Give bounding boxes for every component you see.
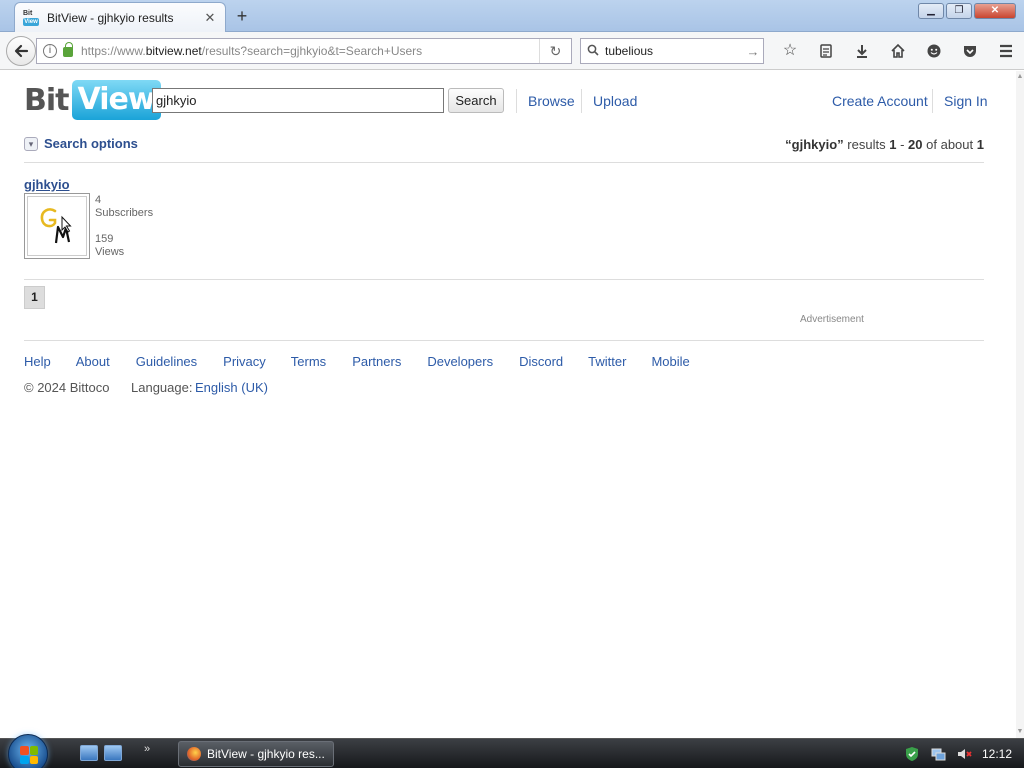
volume-muted-icon[interactable] <box>956 746 972 762</box>
copyright-text: © 2024 Bittoco <box>24 380 110 395</box>
page-content: Bit View gjhkyio Search Browse Upload Cr… <box>0 71 1016 738</box>
site-search-button[interactable]: Search <box>448 88 504 113</box>
scroll-up-arrow-icon[interactable]: ▲ <box>1016 73 1024 81</box>
nav-separator <box>581 89 582 113</box>
favicon-text-top: Bit <box>23 9 33 17</box>
channel-avatar-image <box>40 208 72 244</box>
hamburger-menu-icon[interactable] <box>988 38 1024 64</box>
footer-link-guidelines[interactable]: Guidelines <box>136 354 197 369</box>
chat-smiley-icon[interactable] <box>916 38 952 64</box>
search-options-label: Search options <box>44 136 138 151</box>
result-channel-name[interactable]: gjhkyio <box>24 177 70 192</box>
url-bar[interactable]: i https://www.bitview.net/results?search… <box>36 38 572 64</box>
url-text[interactable]: https://www.bitview.net/results?search=g… <box>81 44 539 58</box>
system-tray: 12:12 <box>904 739 1024 768</box>
summary-query: “gjhkyio” <box>785 137 844 152</box>
search-go-arrow-icon[interactable]: → <box>743 44 763 59</box>
firefox-icon <box>187 747 201 761</box>
reading-list-icon[interactable] <box>808 38 844 64</box>
summary-dash: - <box>900 137 905 152</box>
footer-link-developers[interactable]: Developers <box>427 354 493 369</box>
logo-text-view: View <box>71 80 161 120</box>
sign-in-link[interactable]: Sign In <box>944 93 988 109</box>
footer-link-help[interactable]: Help <box>24 354 51 369</box>
bitview-logo[interactable]: Bit View <box>24 80 161 120</box>
summary-total: 1 <box>976 137 984 152</box>
browser-navbar: i https://www.bitview.net/results?search… <box>0 32 1024 70</box>
views-label: Views <box>95 246 125 258</box>
system-clock[interactable]: 12:12 <box>982 747 1012 761</box>
footer-link-about[interactable]: About <box>76 354 110 369</box>
show-desktop-icon[interactable] <box>80 745 98 761</box>
site-search-input[interactable]: gjhkyio <box>152 88 444 113</box>
browser-titlebar: Bit View BitView - gjhkyio results ✕ + ▁… <box>0 0 1024 32</box>
divider <box>24 340 984 341</box>
favicon-text-bottom: View <box>23 17 39 26</box>
quicklaunch-more-icon[interactable]: » <box>144 743 150 755</box>
browse-link[interactable]: Browse <box>528 93 575 109</box>
taskbar-firefox-button[interactable]: BitView - gjhkyio res... <box>178 741 334 767</box>
window-controls: ▁ ❐ ✕ <box>916 3 1016 19</box>
lock-icon[interactable] <box>63 42 73 57</box>
summary-of-about: of about <box>926 137 974 152</box>
footer-link-terms[interactable]: Terms <box>291 354 326 369</box>
search-options-toggle[interactable]: ▾ Search options <box>24 136 138 151</box>
footer-link-partners[interactable]: Partners <box>352 354 401 369</box>
subscribers-label: Subscribers <box>95 207 154 219</box>
advertisement-label: Advertisement <box>800 314 864 325</box>
back-arrow-icon <box>14 44 29 58</box>
footer-links: Help About Guidelines Privacy Terms Part… <box>24 354 690 369</box>
window-close-button[interactable]: ✕ <box>974 3 1016 19</box>
summary-to: 20 <box>908 137 923 152</box>
browser-search-text[interactable]: tubelious <box>605 44 743 58</box>
restore-button[interactable]: ❐ <box>946 3 972 19</box>
network-icon[interactable] <box>930 746 946 762</box>
bookmark-star-icon[interactable]: ☆ <box>772 38 808 64</box>
start-button[interactable] <box>8 734 48 768</box>
back-button[interactable] <box>6 36 36 66</box>
create-account-link[interactable]: Create Account <box>832 93 928 109</box>
language-selector[interactable]: English (UK) <box>195 380 268 395</box>
summary-results-word: results <box>847 137 886 152</box>
info-icon[interactable]: i <box>43 44 57 58</box>
bitview-favicon-icon: Bit View <box>23 10 39 26</box>
scroll-down-arrow-icon[interactable]: ▼ <box>1016 728 1024 736</box>
browser-search-bar[interactable]: tubelious → <box>580 38 764 64</box>
views-count: 159 <box>95 233 114 245</box>
language-label: Language: <box>131 380 193 395</box>
home-icon[interactable] <box>880 38 916 64</box>
footer-link-twitter[interactable]: Twitter <box>588 354 626 369</box>
nav-separator <box>932 89 933 113</box>
subscribers-count: 4 <box>95 194 102 206</box>
browser-toolbar-icons: ☆ <box>772 38 1024 64</box>
upload-link[interactable]: Upload <box>593 93 637 109</box>
page-scrollbar[interactable]: ▲ ▼ <box>1016 71 1024 738</box>
tab-close-icon[interactable]: ✕ <box>203 10 217 25</box>
reload-icon[interactable]: ↻ <box>539 39 571 63</box>
footer-link-mobile[interactable]: Mobile <box>651 354 689 369</box>
taskbar-button-label: BitView - gjhkyio res... <box>207 747 325 761</box>
download-icon[interactable] <box>844 38 880 64</box>
logo-text-bit: Bit <box>24 82 69 118</box>
windows-logo-icon <box>20 746 38 764</box>
pagination-page-button[interactable]: 1 <box>24 286 45 309</box>
summary-from: 1 <box>889 137 897 152</box>
windows-taskbar: » BitView - gjhkyio res... 12:12 <box>0 734 1024 768</box>
new-tab-button[interactable]: + <box>232 6 252 26</box>
result-channel-avatar[interactable] <box>24 193 90 259</box>
minimize-button[interactable]: ▁ <box>918 3 944 19</box>
pocket-icon[interactable] <box>952 38 988 64</box>
switch-windows-icon[interactable] <box>104 745 122 761</box>
security-shield-icon[interactable] <box>904 746 920 762</box>
search-icon <box>587 44 599 59</box>
footer-link-discord[interactable]: Discord <box>519 354 563 369</box>
divider <box>24 162 984 163</box>
browser-tab[interactable]: Bit View BitView - gjhkyio results ✕ <box>14 2 226 32</box>
footer-link-privacy[interactable]: Privacy <box>223 354 266 369</box>
expand-chevron-icon: ▾ <box>24 136 38 151</box>
divider <box>24 279 984 280</box>
results-summary: “gjhkyio” results 1 - 20 of about 1 <box>785 137 984 152</box>
nav-separator <box>516 89 517 113</box>
tab-title: BitView - gjhkyio results <box>47 10 174 25</box>
